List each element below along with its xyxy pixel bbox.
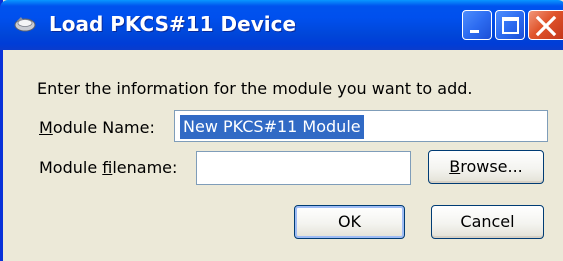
minimize-icon bbox=[470, 30, 479, 33]
module-filename-label: Module filename: bbox=[39, 158, 177, 177]
browse-button[interactable]: Browse... bbox=[428, 150, 544, 184]
minimize-button[interactable] bbox=[462, 10, 492, 40]
maximize-icon bbox=[502, 17, 519, 34]
browse-mnemonic: B bbox=[449, 157, 461, 176]
app-icon[interactable] bbox=[14, 16, 36, 32]
module-filename-label-post: ilename: bbox=[112, 158, 178, 177]
module-filename-mnemonic: f bbox=[102, 158, 113, 177]
module-name-mnemonic: M bbox=[39, 118, 53, 137]
close-button[interactable] bbox=[528, 10, 563, 40]
module-name-input[interactable]: New PKCS#11 Module bbox=[174, 110, 548, 142]
ok-button[interactable]: OK bbox=[294, 205, 405, 239]
dialog-window: Load PKCS#11 Device Enter the informatio… bbox=[0, 0, 563, 261]
module-filename-label-pre: Module bbox=[39, 158, 103, 177]
module-name-value: New PKCS#11 Module bbox=[180, 115, 364, 139]
browse-label: rowse... bbox=[460, 157, 523, 176]
window-title: Load PKCS#11 Device bbox=[49, 12, 297, 36]
module-filename-input[interactable] bbox=[196, 151, 411, 185]
module-name-label: Module Name: bbox=[39, 118, 155, 137]
maximize-button[interactable] bbox=[495, 10, 525, 40]
module-name-label-text: odule Name: bbox=[52, 118, 155, 137]
cancel-button[interactable]: Cancel bbox=[431, 205, 544, 239]
close-icon bbox=[535, 15, 557, 37]
title-bar[interactable]: Load PKCS#11 Device bbox=[0, 0, 563, 50]
instruction-text: Enter the information for the module you… bbox=[37, 79, 473, 98]
